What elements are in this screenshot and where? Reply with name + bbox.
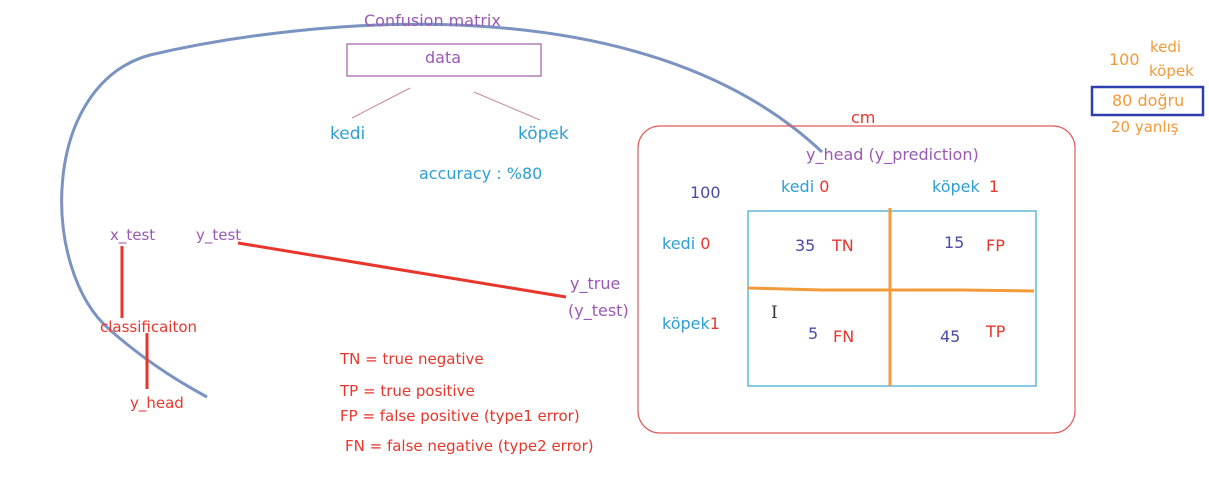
tree-left-label: kedi [330,124,366,144]
legend-fn: FN = false negative (type2 error) [345,437,594,455]
side-kopek: köpek [1149,62,1194,80]
tree-branch-left [351,87,411,119]
cell-tp-code: TP [986,322,1006,341]
y-test-label: y_test [196,226,242,244]
y-true-label: y_true [570,274,621,293]
y-test-paren-label: (y_test) [568,301,629,320]
col-header-kopek: köpek 1 [932,177,1000,196]
data-box-label: data [425,48,462,67]
cell-tp-value: 45 [940,327,961,346]
legend-fp: FP = false positive (type1 error) [340,407,580,425]
cell-fn-value: 5 [808,324,819,343]
tree-branch-right [473,91,541,121]
legend-tp: TP = true positive [340,382,475,400]
title: Confusion matrix [364,11,501,30]
cell-tn-value: 35 [795,236,816,255]
cell-fp-value: 15 [944,233,965,252]
side-kedi: kedi [1150,38,1182,56]
tree-right-label: köpek [518,124,569,144]
legend-tn: TN = true negative [340,350,484,368]
cell-fp-code: FP [986,236,1005,255]
text-cursor-icon: I [771,303,778,323]
row-header-kopek: köpek1 [662,314,720,333]
cm-outline [637,125,1076,434]
y-test-connector [237,241,567,299]
side-wrong: 20 yanlış [1111,118,1179,136]
side-count: 100 [1109,50,1140,69]
cell-tn-code: TN [832,236,854,255]
total-label: 100 [690,183,721,202]
accuracy-label: accuracy : %80 [419,164,543,183]
row-header-kedi: kedi 0 [662,234,711,253]
cm-label: cm [851,108,876,127]
col-header-kedi: kedi 0 [781,177,830,196]
classification-label: classificaiton [100,318,198,336]
y-head-label: y_head [130,394,184,412]
x-test-label: x_test [110,226,156,244]
cell-fn-code: FN [833,327,855,346]
side-correct: 80 doğru [1112,91,1185,110]
y-head-prediction-label: y_head (y_prediction) [806,145,979,164]
prediction-curve [60,22,824,399]
